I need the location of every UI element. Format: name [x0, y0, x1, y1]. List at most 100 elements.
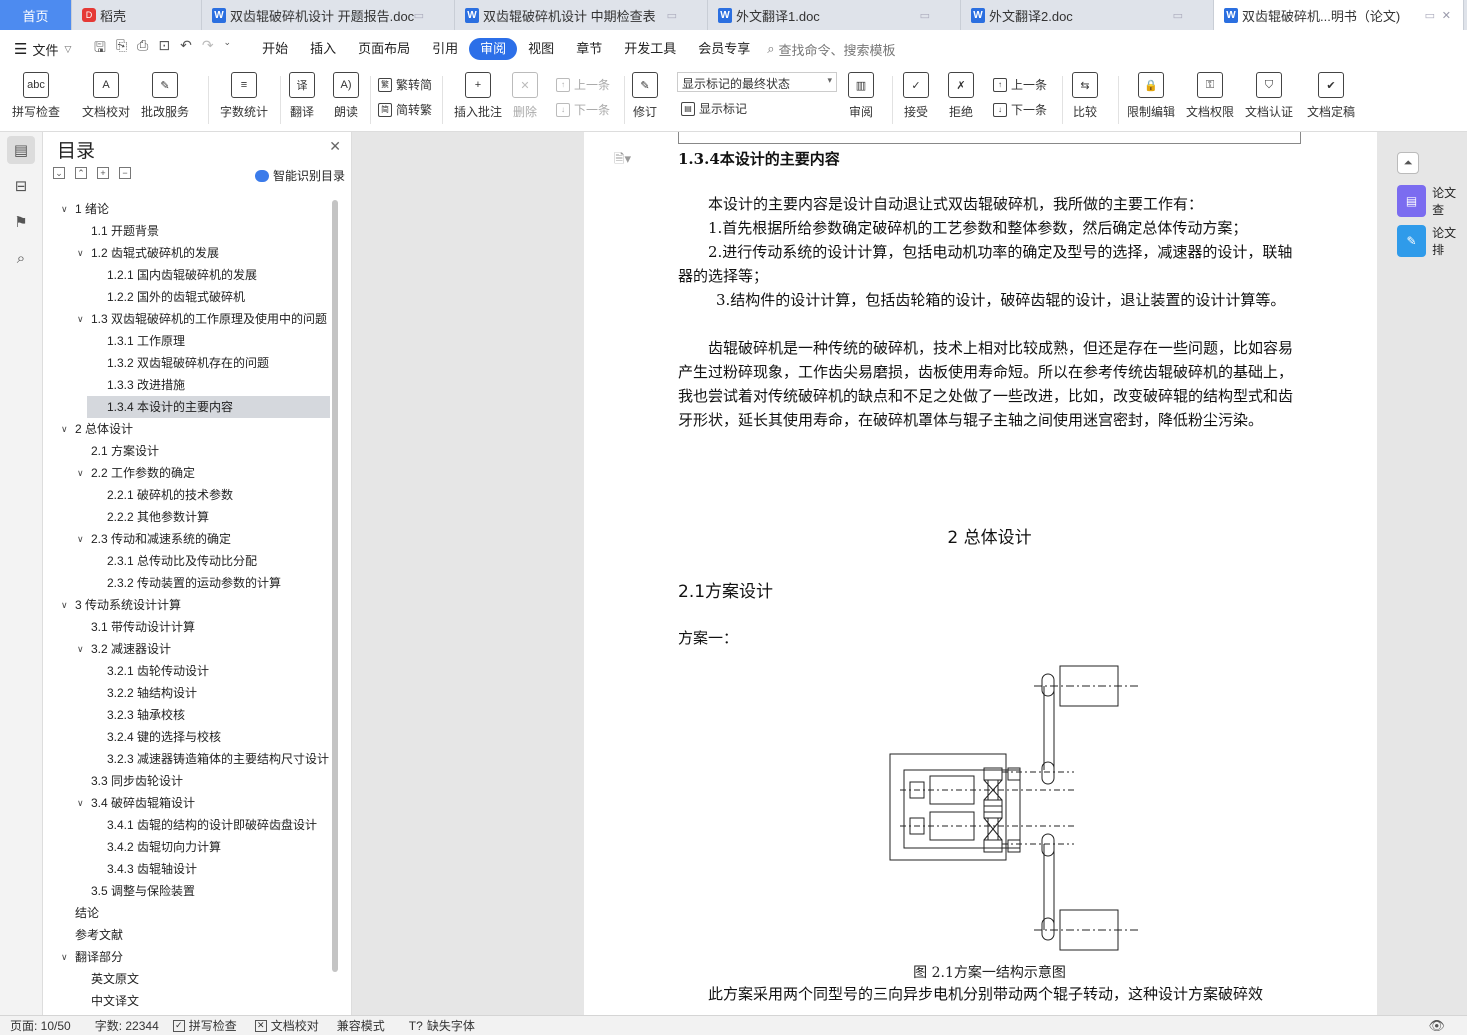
word-count[interactable]: 字数: 22344 — [95, 1017, 159, 1034]
tab-document[interactable]: W 双齿辊破碎机设计 开题报告.doc ▭ — [202, 0, 455, 30]
batch-service-button[interactable]: ✎ 批改服务 — [141, 72, 189, 120]
show-markup-button[interactable]: ▤ 显示标记 — [681, 100, 747, 117]
toc-item[interactable]: 2.1 方案设计 — [43, 440, 338, 462]
toc-item[interactable]: 3.3 同步齿轮设计 — [43, 770, 338, 792]
close-icon[interactable]: ✕ — [329, 138, 341, 155]
spell-check-toggle[interactable]: ✓ 拼写检查 — [172, 1017, 237, 1034]
add-icon[interactable]: + — [97, 167, 109, 179]
search-icon[interactable]: ⌕ — [7, 244, 35, 272]
toc-item[interactable]: 3.2.1 齿轮传动设计 — [43, 660, 338, 682]
navigation-icon[interactable]: ⊟ — [7, 172, 35, 200]
toc-item[interactable]: 3.1 带传动设计计算 — [43, 616, 338, 638]
simp-to-trad-button[interactable]: 简简转繁 — [378, 101, 432, 118]
redo-icon[interactable]: ↷ — [202, 37, 214, 61]
monitor-icon[interactable]: ▭ — [667, 9, 677, 22]
track-changes-button[interactable]: ✎ 修订 — [632, 72, 658, 120]
tab-document[interactable]: W 外文翻译2.doc ▭ — [961, 0, 1214, 30]
toc-item[interactable]: 3.2.4 键的选择与校核 — [43, 726, 338, 748]
word-count-button[interactable]: ≡ 字数统计 — [220, 72, 268, 120]
toc-item[interactable]: 2.3.2 传动装置的运动参数的计算 — [43, 572, 338, 594]
next-change-button[interactable]: ↓ 下一条 — [993, 101, 1047, 118]
command-search[interactable]: ⌕ 查找命令、搜索模板 — [767, 40, 895, 59]
toc-item[interactable]: ∨ 2.3 传动和减速系统的确定 — [43, 528, 338, 550]
toc-item[interactable]: 3.2.3 减速器铸造箱体的主要结构尺寸设计 — [43, 748, 338, 770]
toc-item[interactable]: 1.3.3 改进措施 — [43, 374, 338, 396]
chevron-down-icon[interactable]: ∨ — [77, 638, 84, 660]
spell-check-button[interactable]: abc 拼写检查 — [12, 72, 60, 120]
collapse-icon[interactable]: ⏶ — [1397, 152, 1419, 174]
toc-item[interactable]: 3.4.3 齿辊轴设计 — [43, 858, 338, 880]
trad-to-simp-button[interactable]: 繁繁转简 — [378, 76, 432, 93]
restrict-editing-button[interactable]: 🔒 限制编辑 — [1127, 72, 1175, 120]
menu-home[interactable]: 开始 — [251, 38, 299, 60]
toc-item[interactable]: 3.4.1 齿辊的结构的设计即破碎齿盘设计 — [43, 814, 338, 836]
prev-change-button[interactable]: ↑ 上一条 — [993, 76, 1047, 93]
menu-insert[interactable]: 插入 — [299, 38, 347, 60]
menu-chapter[interactable]: 章节 — [565, 38, 613, 60]
accept-button[interactable]: ✓ 接受 — [903, 72, 929, 120]
chevron-down-icon[interactable]: ∨ — [77, 308, 84, 330]
bookmark-icon[interactable]: ⚑ — [7, 208, 35, 236]
chevron-down-icon[interactable]: ∨ — [77, 528, 84, 550]
menu-references[interactable]: 引用 — [421, 38, 469, 60]
menu-review[interactable]: 审阅 — [469, 38, 518, 60]
toc-item[interactable]: 3.2.2 轴结构设计 — [43, 682, 338, 704]
toc-item[interactable]: ∨ 3.2 减速器设计 — [43, 638, 338, 660]
prev-comment-button[interactable]: ↑ 上一条 — [556, 76, 610, 93]
tab-document[interactable]: W 外文翻译1.doc ▭ — [708, 0, 961, 30]
toc-item[interactable]: 3.5 调整与保险装置 — [43, 880, 338, 902]
expand-icon[interactable]: ⌄ — [53, 167, 65, 179]
tab-document-active[interactable]: W 双齿辊破碎机...明书（论文) ▭ ✕ — [1214, 0, 1464, 30]
chevron-down-icon[interactable]: ∨ — [77, 462, 84, 484]
toc-icon[interactable]: ▤ — [7, 136, 35, 164]
menu-view[interactable]: 视图 — [517, 38, 565, 60]
toc-item[interactable]: ∨ 2 总体设计 — [43, 418, 338, 440]
chevron-down-icon[interactable]: ∨ — [61, 946, 68, 968]
monitor-icon[interactable]: ▭ — [1425, 9, 1435, 22]
eye-icon[interactable]: 👁 — [1428, 1018, 1445, 1034]
menu-page-layout[interactable]: 页面布局 — [347, 38, 421, 60]
menu-member[interactable]: 会员专享 — [687, 38, 761, 60]
insert-comment-button[interactable]: + 插入批注 — [454, 72, 502, 120]
reject-button[interactable]: ✗ 拒绝 — [948, 72, 974, 120]
export-icon[interactable]: ⎘ — [116, 37, 127, 61]
toc-item[interactable]: 2.3.1 总传动比及传动比分配 — [43, 550, 338, 572]
document-permission-button[interactable]: ⚿ 文档权限 — [1186, 72, 1234, 120]
save-icon[interactable]: 🖫 — [94, 37, 106, 61]
collapse-icon[interactable]: ⌃ — [75, 167, 87, 179]
delete-comment-button[interactable]: ✕ 删除 — [512, 72, 538, 120]
toc-item[interactable]: 2.2.1 破碎机的技术参数 — [43, 484, 338, 506]
print-icon[interactable]: ⎙ — [137, 37, 148, 61]
toc-item[interactable]: ∨ 3.4 破碎齿辊箱设计 — [43, 792, 338, 814]
document-finalize-button[interactable]: ✔ 文档定稿 — [1307, 72, 1355, 120]
read-aloud-button[interactable]: A) 朗读 — [333, 72, 359, 120]
paragraph-icon[interactable]: 🗎▾ — [614, 150, 631, 172]
toc-item[interactable]: ∨ 1.3 双齿辊破碎机的工作原理及使用中的问题 — [43, 308, 338, 330]
missing-font-button[interactable]: T? 缺失字体 — [409, 1017, 475, 1034]
toc-item[interactable]: 结论 — [43, 902, 338, 924]
menu-developer[interactable]: 开发工具 — [613, 38, 687, 60]
toc-item[interactable]: 1.1 开题背景 — [43, 220, 338, 242]
monitor-icon[interactable]: ▭ — [920, 9, 930, 22]
toc-item[interactable]: 2.2.2 其他参数计算 — [43, 506, 338, 528]
paper-check-button[interactable]: ▤ 论文查 — [1397, 185, 1467, 217]
toc-item[interactable]: ∨ 1.2 齿辊式破碎机的发展 — [43, 242, 338, 264]
tab-daoke[interactable]: D 稻壳 — [72, 0, 202, 30]
toc-item[interactable]: 3.2.3 轴承校核 — [43, 704, 338, 726]
document-auth-button[interactable]: ⛉ 文档认证 — [1245, 72, 1293, 120]
toc-item[interactable]: ∨ 3 传动系统设计计算 — [43, 594, 338, 616]
chevron-down-icon[interactable]: ⌄ — [224, 37, 232, 61]
chevron-down-icon[interactable]: ∨ — [61, 198, 68, 220]
tab-home[interactable]: 首页 — [0, 0, 72, 30]
close-icon[interactable]: ✕ — [1442, 9, 1451, 22]
paper-format-button[interactable]: ✎ 论文排 — [1397, 225, 1467, 257]
toc-item[interactable]: 3.4.2 齿辊切向力计算 — [43, 836, 338, 858]
remove-icon[interactable]: − — [119, 167, 131, 179]
file-menu[interactable]: ☰ 文件 ▽ — [14, 40, 94, 59]
markup-state-select[interactable]: 显示标记的最终状态 ▾ — [677, 72, 837, 92]
toc-item[interactable]: 1.3.1 工作原理 — [43, 330, 338, 352]
undo-icon[interactable]: ↶ — [180, 37, 192, 61]
translate-button[interactable]: 译翻译 — [289, 72, 315, 120]
toc-item[interactable]: 1.3.2 双齿辊破碎机存在的问题 — [43, 352, 338, 374]
chevron-down-icon[interactable]: ∨ — [77, 792, 84, 814]
